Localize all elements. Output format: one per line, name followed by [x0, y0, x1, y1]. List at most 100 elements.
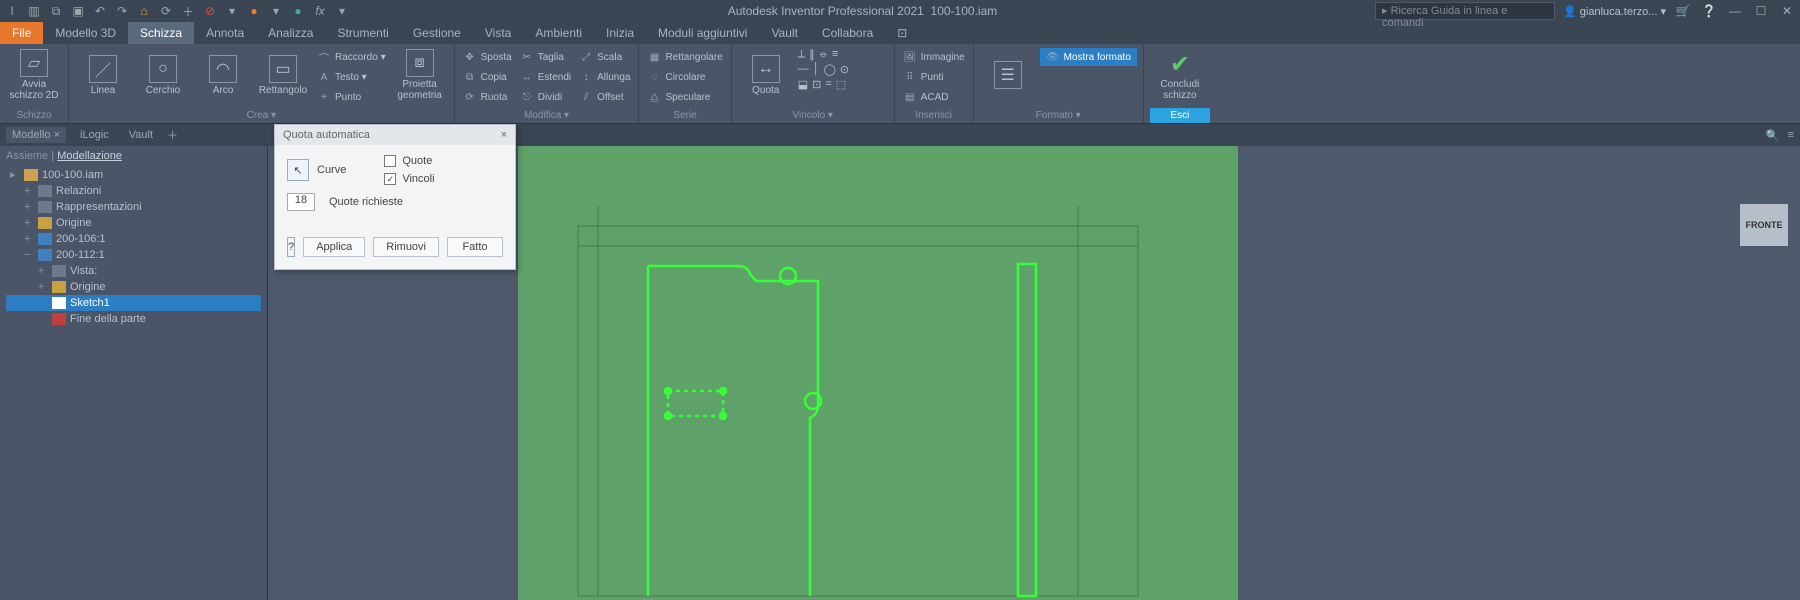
tree-root[interactable]: ▸100-100.iam	[6, 166, 261, 183]
constraint-icon-11[interactable]: =	[825, 78, 831, 91]
tab-annota[interactable]: Annota	[194, 22, 256, 44]
update-icon[interactable]: ⟳	[158, 3, 174, 19]
constraint-icon-8[interactable]: ⊙	[840, 63, 849, 76]
qat-more-icon[interactable]: ▾	[334, 3, 350, 19]
constraint-icon-4[interactable]: ≡	[832, 48, 838, 61]
constraint-icon-6[interactable]: │	[813, 63, 820, 76]
arc-button[interactable]: ◠Arco	[195, 46, 251, 104]
browser-tab-logic[interactable]: iLogic	[74, 127, 115, 143]
tab-collabora[interactable]: Collabora	[810, 22, 885, 44]
tab-analizza[interactable]: Analizza	[256, 22, 325, 44]
browser-menu-icon[interactable]: ≡	[1788, 129, 1794, 141]
tab-vault[interactable]: Vault	[759, 22, 809, 44]
home-icon[interactable]: ⌂	[136, 3, 152, 19]
undo-icon[interactable]: ↶	[92, 3, 108, 19]
tree-end-of-part[interactable]: Fine della parte	[6, 311, 261, 327]
cancel-icon[interactable]: ⊘	[202, 3, 218, 19]
scale-button[interactable]: ⤢Scala	[577, 48, 632, 66]
constraint-icon-12[interactable]: ⬚	[836, 78, 846, 91]
tree-part-2[interactable]: −200-112:1	[6, 247, 261, 263]
fx-icon[interactable]: fx	[312, 3, 328, 19]
view-cube[interactable]: FRONTE	[1740, 204, 1788, 246]
tree-part-1[interactable]: +200-106:1	[6, 231, 261, 247]
remove-button[interactable]: Rimuovi	[373, 237, 439, 257]
constraint-icon-10[interactable]: ⊡	[812, 78, 821, 91]
browser-search-icon[interactable]: 🔍	[1766, 129, 1780, 142]
dialog-help-icon[interactable]: ?	[287, 237, 295, 257]
points-button[interactable]: ⠿Punti	[901, 68, 967, 86]
format-button[interactable]: ☰	[980, 46, 1036, 104]
chk-vincoli[interactable]: ✓Vincoli	[384, 173, 434, 185]
tab-ambienti[interactable]: Ambienti	[523, 22, 594, 44]
stretch-button[interactable]: ↕Allunga	[577, 68, 632, 86]
appearance-drop-icon[interactable]: ▾	[268, 3, 284, 19]
split-button[interactable]: ⎋Dividi	[518, 88, 573, 106]
browser-add-tab[interactable]: ＋	[167, 127, 178, 143]
image-button[interactable]: 🖼Immagine	[901, 48, 967, 66]
done-button[interactable]: Fatto	[447, 237, 503, 257]
open-icon[interactable]: ⧉	[48, 3, 64, 19]
tree-origine[interactable]: +Origine	[6, 215, 261, 231]
chk-quote[interactable]: Quote	[384, 155, 434, 167]
start-sketch-button[interactable]: ▱ Avvia schizzo 2D	[6, 46, 62, 104]
constraint-icon-3[interactable]: ⦵	[819, 48, 828, 61]
mirror-button[interactable]: ⧋Speculare	[645, 88, 724, 106]
point-button[interactable]: +Punto	[315, 88, 388, 106]
tree-vista[interactable]: +Vista:	[6, 263, 261, 279]
tab-moduli[interactable]: Moduli aggiuntivi	[646, 22, 759, 44]
maximize-button[interactable]: ☐	[1752, 4, 1770, 18]
rectangle-button[interactable]: ▭Rettangolo	[255, 46, 311, 104]
constraint-icon-5[interactable]: —	[798, 63, 809, 76]
constraint-icon[interactable]: ⟂	[798, 48, 805, 61]
tab-strumenti[interactable]: Strumenti	[325, 22, 400, 44]
constraint-icon-2[interactable]: ∥	[809, 48, 815, 61]
acad-button[interactable]: ▤ACAD	[901, 88, 967, 106]
tree-rappresentazioni[interactable]: +Rappresentazioni	[6, 199, 261, 215]
project-geometry-button[interactable]: ⧈Proietta geometria	[392, 46, 448, 104]
tree-relazioni[interactable]: +Relazioni	[6, 183, 261, 199]
show-format-button[interactable]: 👁Mostra formato	[1040, 48, 1137, 66]
constraint-icon-9[interactable]: ⬓	[798, 78, 808, 91]
trim-button[interactable]: ✂Taglia	[518, 48, 573, 66]
text-button[interactable]: ATesto ▾	[315, 68, 388, 86]
redo-icon[interactable]: ↷	[114, 3, 130, 19]
tab-inizia[interactable]: Inizia	[594, 22, 646, 44]
copy-button[interactable]: ⧉Copia	[461, 68, 514, 86]
cart-icon[interactable]: 🛒	[1674, 4, 1692, 18]
finish-sketch-button[interactable]: ✔ Concludi schizzo	[1150, 46, 1210, 104]
rect-pattern-button[interactable]: ▦Rettangolare	[645, 48, 724, 66]
tab-modello3d[interactable]: Modello 3D	[43, 22, 128, 44]
material-icon[interactable]: ▾	[224, 3, 240, 19]
tree-origine2[interactable]: +Origine	[6, 279, 261, 295]
line-button[interactable]: ／Linea	[75, 46, 131, 104]
extend-button[interactable]: ↔Estendi	[518, 68, 573, 86]
dimension-button[interactable]: ↔Quota	[738, 46, 794, 104]
fillet-button[interactable]: ⌒Raccordo ▾	[315, 48, 388, 66]
help-search-input[interactable]: ▸ Ricerca Guida in linea e comandi	[1375, 2, 1555, 20]
rotate-button[interactable]: ⟳Ruota	[461, 88, 514, 106]
circle-button[interactable]: ○Cerchio	[135, 46, 191, 104]
tab-gestione[interactable]: Gestione	[401, 22, 473, 44]
move-button[interactable]: ✥Sposta	[461, 48, 514, 66]
user-menu[interactable]: 👤 gianluca.terzo... ▾	[1563, 5, 1666, 18]
curve-select-icon[interactable]: ↖	[287, 159, 309, 181]
appearance-icon[interactable]: ●	[246, 3, 262, 19]
minimize-button[interactable]: —	[1726, 4, 1744, 18]
constraint-icon-7[interactable]: ◯	[824, 63, 836, 76]
dialog-close-icon[interactable]: ×	[501, 129, 507, 141]
circ-pattern-button[interactable]: ◌Circolare	[645, 68, 724, 86]
new-icon[interactable]: ▥	[26, 3, 42, 19]
browser-tab-vault[interactable]: Vault	[123, 127, 159, 143]
tab-vista[interactable]: Vista	[473, 22, 523, 44]
tab-schizza[interactable]: Schizza	[128, 22, 194, 44]
dialog-titlebar[interactable]: Quota automatica ×	[275, 125, 515, 145]
plus-icon[interactable]: ＋	[180, 3, 196, 19]
close-button[interactable]: ✕	[1778, 4, 1796, 18]
tab-file[interactable]: File	[0, 22, 43, 44]
browser-tab-modello[interactable]: Modello ×	[6, 127, 66, 143]
measure-icon[interactable]: ●	[290, 3, 306, 19]
tree-sketch[interactable]: Sketch1	[6, 295, 261, 311]
apply-button[interactable]: Applica	[303, 237, 365, 257]
save-icon[interactable]: ▣	[70, 3, 86, 19]
offset-button[interactable]: ⫽Offset	[577, 88, 632, 106]
